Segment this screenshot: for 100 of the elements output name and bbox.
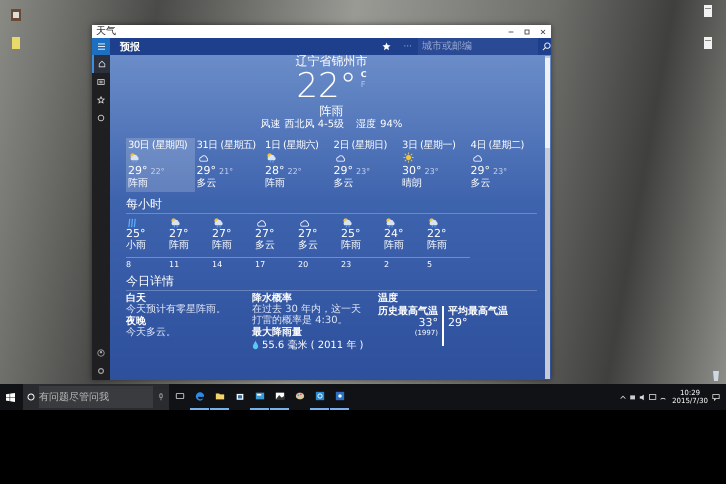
day-date: 4日 (星期二) [470,140,525,151]
hour-condition: 阵雨 [169,240,189,251]
detail-label: 最大降雨量 [252,327,303,338]
average-temperature: 29° [448,317,468,329]
low-temperature: 22° [150,167,165,176]
day-forecast-card[interactable]: 2日 (星期日) 29° 23° 多云 [332,138,400,192]
hour-temperature: 27° [169,228,188,240]
wind-label: 风速 [260,119,281,131]
detail-label: 温度 [378,293,399,304]
low-temperature: 21° [219,167,234,176]
notification-icon[interactable] [712,393,720,401]
hour-time: 5 [427,260,434,269]
section-title: 每小时 [126,197,163,211]
hour-time: 20 [298,260,310,269]
day-forecast-card[interactable]: 1日 (星期六) 28° 22° 阵雨 [263,138,332,192]
sun-cloud-rain-icon [128,152,141,163]
day-forecast-card[interactable]: 3日 (星期一) 30° 23° 晴朗 [400,138,468,192]
day-forecast-card[interactable]: 4日 (星期二) 29° 23° 多云 [468,138,537,192]
hour-temperature: 25° [341,228,360,240]
detail-label: 夜晚 [126,316,147,327]
hour-condition: 阵雨 [427,240,447,251]
scrollbar[interactable] [545,56,550,379]
file-icon[interactable] [10,8,22,22]
close-icon[interactable] [539,28,547,36]
search-field[interactable]: 城市或邮编 [418,38,538,55]
day-date: 2日 (星期日) [334,140,388,151]
hour-condition: 多云 [255,240,275,251]
day-date: 1日 (星期六) [265,140,320,151]
home-nav-button[interactable] [92,55,110,73]
document-icon[interactable] [702,4,714,18]
record-temperature: 33° [418,317,438,329]
day-date: 31日 (星期五) [196,140,257,151]
detail-label: 降水概率 [252,293,293,304]
day-forecast-card[interactable]: 30日 (星期四) 29° 22° 阵雨 [126,138,194,192]
day-forecast-card[interactable]: 31日 (星期五) 29° 21° 多云 [194,138,263,192]
newspaper-icon [97,78,105,86]
hour-condition: 阵雨 [384,240,404,251]
page-title: 预报 [120,40,141,54]
high-temperature: 30° [402,164,422,177]
menu-icon [96,43,106,50]
sun-cloud-rain-icon [427,217,440,228]
low-temperature: 22° [288,167,302,176]
day-condition: 多云 [470,178,492,189]
max-rainfall: 55.6 毫米 ( 2011 年 ) [262,338,364,352]
sun-cloud-rain-icon [212,217,225,228]
more-button[interactable]: ··· [403,42,412,52]
low-temperature: 23° [356,167,370,176]
day-condition: 阵雨 [265,178,286,189]
menu-button[interactable] [92,38,110,55]
maximize-icon[interactable] [523,28,531,36]
day-date: 3日 (星期一) [402,140,456,151]
hour-temperature: 25° [126,228,146,240]
hour-condition: 小雨 [126,240,146,251]
hour-temperature: 27° [298,228,318,240]
humidity-label: 湿度 [356,119,376,131]
star-icon[interactable] [382,42,392,51]
document-icon[interactable] [702,36,714,50]
humidity-value: 94% [380,119,402,131]
system-tray-icons[interactable] [618,393,668,401]
recycle-bin-icon[interactable] [710,368,722,382]
sun-cloud-rain-icon [341,217,354,228]
search-icon[interactable] [542,42,551,51]
windows-logo-icon[interactable] [6,392,15,402]
hour-time: 2 [384,260,390,269]
hour-temperature: 22° [427,228,446,240]
microphone-icon[interactable] [157,393,165,401]
wind-value: 西北风 4-5级 [284,119,344,131]
detail-label: 历史最高气温 [378,306,438,317]
palette-icon [294,391,304,401]
browser-icon [194,391,204,401]
low-temperature: 23° [424,167,439,176]
window-title: 天气 [96,25,117,38]
landscape-icon [274,391,284,401]
hour-time: 14 [212,260,224,269]
hour-condition: 阵雨 [212,240,232,251]
water-drop-icon [252,340,259,350]
task-view-icon [174,391,184,401]
high-temperature: 29° [470,164,490,177]
day-condition: 多云 [334,178,354,189]
sun-cloud-rain-icon [265,152,278,163]
hour-temperature: 24° [384,228,404,240]
search-field[interactable]: 有问题尽管问我 [39,386,153,408]
current-condition: 阵雨 [320,104,344,118]
hour-time: 8 [126,260,132,269]
folder-icon [214,391,224,401]
day-date: 30日 (星期四) [128,140,188,151]
home-icon [98,60,106,68]
unit-toggle[interactable]: C [360,70,367,80]
hour-temperature: 27° [255,228,274,240]
detail-text: 今天预计有零星阵雨。 [126,304,227,315]
detail-text: 今天多云。 [126,327,177,338]
high-temperature: 29° [196,164,216,177]
rain-icon [126,217,139,228]
low-temperature: 23° [493,167,508,176]
detail-text: 在过去 30 年内，这一天打雷的概率是 4:30。 [252,304,362,326]
day-condition: 阵雨 [128,178,149,189]
detail-label: 平均最高气温 [448,306,508,317]
high-temperature: 29° [128,164,148,177]
day-condition: 晴朗 [402,178,423,189]
hour-time: 17 [255,260,266,269]
